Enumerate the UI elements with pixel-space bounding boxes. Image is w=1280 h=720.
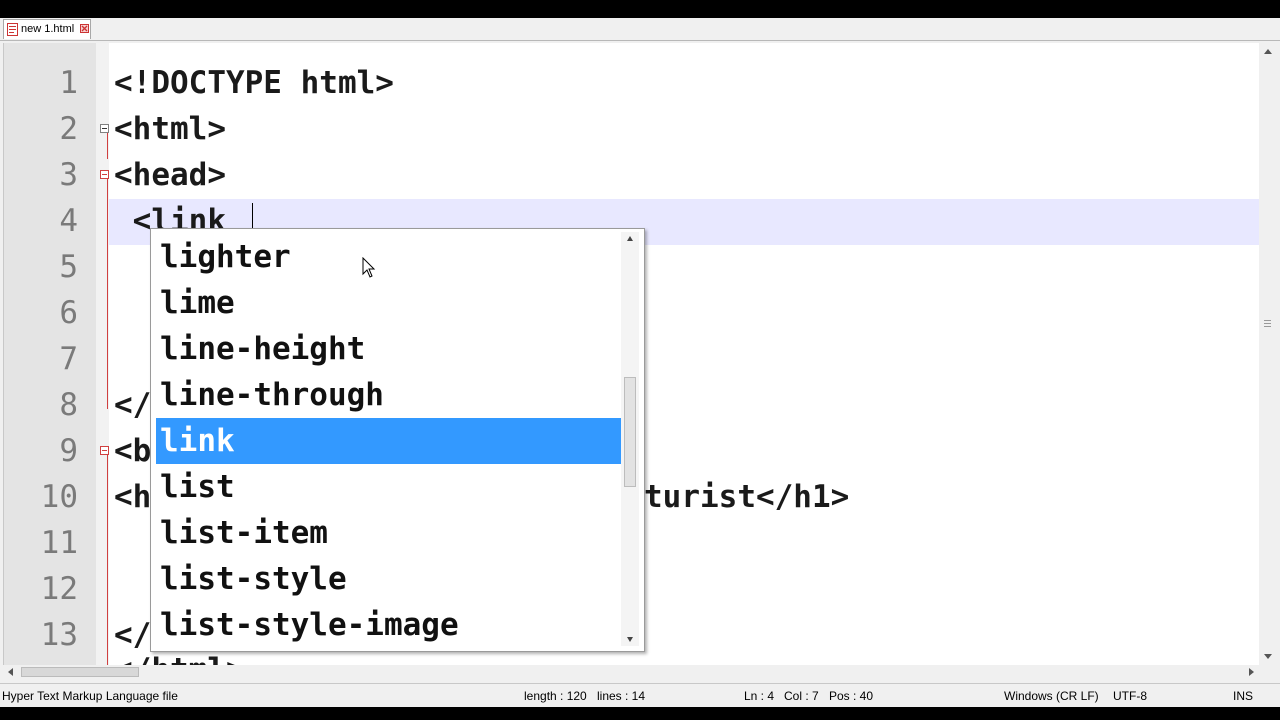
autocomplete-item[interactable]: list xyxy=(156,464,621,510)
autocomplete-item[interactable]: list-item xyxy=(156,510,621,556)
code-line-tail: turist</h1> xyxy=(644,479,850,515)
tab-bar: new 1.html xyxy=(0,18,1280,41)
scroll-up-icon[interactable] xyxy=(1264,49,1272,54)
status-eol[interactable]: Windows (CR LF) xyxy=(1004,689,1099,703)
line-number: 3 xyxy=(59,157,78,193)
line-number-gutter: 1 2 3 4 5 6 7 8 9 10 11 12 13 14 xyxy=(4,43,96,665)
autocomplete-item[interactable]: line-height xyxy=(156,326,621,372)
file-icon xyxy=(7,23,18,36)
line-number: 9 xyxy=(59,433,78,469)
line-number: 13 xyxy=(40,617,78,653)
autocomplete-item[interactable]: list-style-image xyxy=(156,602,621,648)
line-number: 6 xyxy=(59,295,78,331)
mouse-pointer-icon xyxy=(362,257,376,278)
fold-toggle-icon[interactable] xyxy=(100,446,109,455)
tab-label: new 1.html xyxy=(21,23,75,35)
line-number: 14 xyxy=(4,658,78,665)
autocomplete-scrollbar[interactable] xyxy=(621,232,639,646)
status-ln: Ln : 4 xyxy=(744,689,775,703)
autocomplete-item[interactable]: lime xyxy=(156,280,621,326)
code-line: <head> xyxy=(114,157,226,193)
line-number: 2 xyxy=(59,111,78,147)
code-line: <!DOCTYPE html> xyxy=(114,65,394,101)
status-ins-mode: INS xyxy=(1233,689,1254,703)
status-bar: Hyper Text Markup Language file length :… xyxy=(0,683,1280,707)
line-number: 10 xyxy=(40,479,78,515)
code-line: <b xyxy=(114,433,152,469)
horizontal-scroll-thumb[interactable] xyxy=(21,667,139,677)
line-number: 5 xyxy=(59,249,78,285)
line-number: 4 xyxy=(59,203,78,239)
line-number: 1 xyxy=(59,65,78,101)
status-lines: lines : 14 xyxy=(597,689,646,703)
autocomplete-item[interactable]: line-through xyxy=(156,372,621,418)
fold-toggle-icon[interactable] xyxy=(100,170,109,179)
fold-line xyxy=(107,133,108,159)
code-line: </ xyxy=(114,387,152,423)
close-tab-icon[interactable] xyxy=(80,24,89,33)
status-encoding: UTF-8 xyxy=(1113,689,1147,703)
line-number: 12 xyxy=(40,571,78,607)
autocomplete-item[interactable]: lighter xyxy=(156,234,621,280)
autocomplete-item[interactable]: list-style xyxy=(156,556,621,602)
scroll-thumb-grip-icon[interactable] xyxy=(1261,313,1274,333)
status-pos: Pos : 40 xyxy=(829,689,874,703)
code-line: <html> xyxy=(114,111,226,147)
scroll-left-icon[interactable] xyxy=(8,668,13,676)
autocomplete-list[interactable]: lighter lime line-height line-through li… xyxy=(150,228,645,652)
vertical-scrollbar[interactable] xyxy=(1259,43,1276,665)
fold-line xyxy=(107,455,108,665)
horizontal-scrollbar[interactable] xyxy=(3,665,1259,679)
scroll-right-icon[interactable] xyxy=(1249,668,1254,676)
fold-toggle-icon[interactable] xyxy=(100,124,109,133)
scroll-up-icon[interactable] xyxy=(627,236,633,241)
status-col: Col : 7 xyxy=(784,689,819,703)
tab-new-1-html[interactable]: new 1.html xyxy=(3,19,91,39)
scroll-down-icon[interactable] xyxy=(627,637,633,642)
autocomplete-scroll-thumb[interactable] xyxy=(624,377,636,487)
status-length: length : 120 xyxy=(524,689,587,703)
line-number: 11 xyxy=(40,525,78,561)
line-number: 8 xyxy=(59,387,78,423)
code-line: <h xyxy=(114,479,152,515)
autocomplete-item-selected[interactable]: link xyxy=(156,418,621,464)
line-number: 7 xyxy=(59,341,78,377)
status-file-type: Hyper Text Markup Language file xyxy=(2,689,178,703)
scroll-down-icon[interactable] xyxy=(1264,654,1272,659)
fold-line xyxy=(107,179,108,409)
